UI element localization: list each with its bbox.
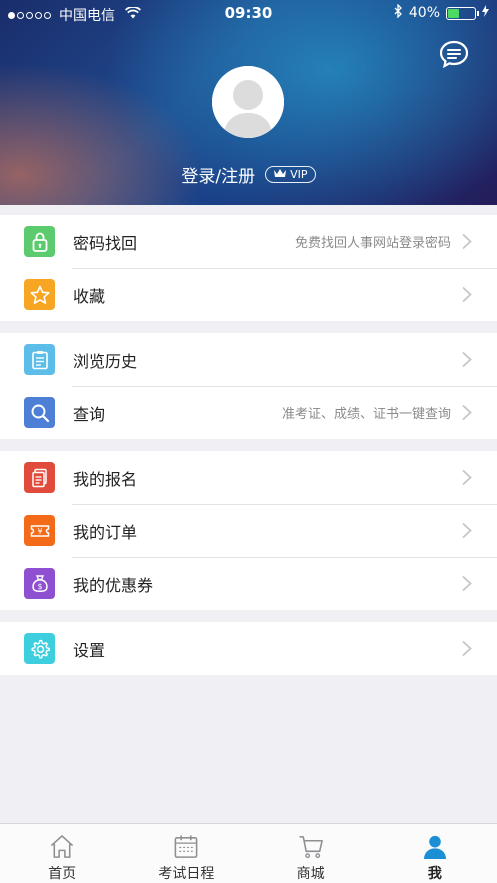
menu-item-my-coupons[interactable]: $ 我的优惠券 xyxy=(0,557,497,610)
star-icon xyxy=(24,279,55,310)
tab-exam-schedule[interactable]: 考试日程 xyxy=(124,824,248,883)
tab-label: 我 xyxy=(427,866,442,882)
tab-label: 考试日程 xyxy=(158,866,215,882)
tab-label: 首页 xyxy=(48,866,77,882)
login-row: 登录/注册 VIP xyxy=(0,162,497,187)
menu-item-my-orders[interactable]: ¥ 我的订单 xyxy=(0,504,497,557)
lock-icon xyxy=(24,226,55,257)
vip-badge[interactable]: VIP xyxy=(265,166,316,183)
chevron-right-icon xyxy=(462,351,472,368)
clipboard-icon xyxy=(24,344,55,375)
charging-icon xyxy=(482,5,489,21)
menu-item-label: 收藏 xyxy=(73,286,106,306)
money-bag-icon: $ xyxy=(24,568,55,599)
menu-item-hint: 免费找回人事网站登录密码 xyxy=(294,236,451,251)
battery-icon xyxy=(446,6,479,20)
menu-item-my-registration[interactable]: 我的报名 xyxy=(0,451,497,504)
battery-fill xyxy=(448,8,460,18)
profile-header: 中国电信 09:30 40% 登录/注册 VIP xyxy=(0,0,497,205)
menu-group-orders: 我的报名 ¥ 我的订单 $ 我的优惠券 xyxy=(0,451,497,610)
menu-item-history[interactable]: 浏览历史 xyxy=(0,333,497,386)
chevron-right-icon xyxy=(462,522,472,539)
message-icon[interactable] xyxy=(438,38,470,70)
tab-me[interactable]: 我 xyxy=(373,824,497,883)
tab-bar: 首页 考试日程 商城 我 xyxy=(0,823,497,883)
chevron-right-icon xyxy=(462,640,472,657)
menu-item-password-recovery[interactable]: 密码找回 免费找回人事网站登录密码 xyxy=(0,215,497,268)
menu-group-account: 密码找回 免费找回人事网站登录密码 收藏 xyxy=(0,215,497,321)
status-right: 40% xyxy=(394,3,489,22)
gear-icon xyxy=(24,633,55,664)
menu-item-label: 密码找回 xyxy=(73,233,138,253)
tab-mall[interactable]: 商城 xyxy=(249,824,373,883)
document-icon xyxy=(24,462,55,493)
menu-item-settings[interactable]: 设置 xyxy=(0,622,497,675)
chevron-right-icon xyxy=(462,286,472,303)
vip-label: VIP xyxy=(290,168,308,181)
crown-icon xyxy=(273,168,287,181)
status-bar: 中国电信 09:30 40% xyxy=(0,0,497,28)
menu-item-label: 我的优惠券 xyxy=(73,575,154,595)
menu-item-label: 查询 xyxy=(73,404,106,424)
menu-item-hint: 准考证、成绩、证书一键查询 xyxy=(281,407,451,422)
calendar-icon xyxy=(174,835,198,858)
chevron-right-icon xyxy=(462,404,472,421)
avatar[interactable] xyxy=(212,66,284,138)
menu-group-browse: 浏览历史 查询 准考证、成绩、证书一键查询 xyxy=(0,333,497,439)
menu-item-label: 我的订单 xyxy=(73,522,138,542)
chevron-right-icon xyxy=(462,469,472,486)
person-icon xyxy=(423,835,446,860)
menu-item-query[interactable]: 查询 准考证、成绩、证书一键查询 xyxy=(0,386,497,439)
menu-item-favorites[interactable]: 收藏 xyxy=(0,268,497,321)
menu-group-settings: 设置 xyxy=(0,622,497,675)
svg-text:$: $ xyxy=(37,582,42,591)
search-icon xyxy=(24,397,55,428)
home-icon xyxy=(50,835,74,858)
ticket-icon: ¥ xyxy=(24,515,55,546)
battery-tip xyxy=(477,10,479,16)
cart-icon xyxy=(299,836,323,859)
menu-item-label: 浏览历史 xyxy=(73,351,138,371)
menu-item-label: 我的报名 xyxy=(73,469,138,489)
menu-item-label: 设置 xyxy=(73,640,106,660)
battery-percent: 40% xyxy=(408,5,440,21)
login-register-link[interactable]: 登录/注册 xyxy=(181,162,255,187)
bluetooth-icon xyxy=(394,3,403,22)
chevron-right-icon xyxy=(462,233,472,250)
tab-label: 商城 xyxy=(296,866,325,882)
svg-text:¥: ¥ xyxy=(37,527,42,536)
chevron-right-icon xyxy=(462,575,472,592)
tab-home[interactable]: 首页 xyxy=(0,824,124,883)
